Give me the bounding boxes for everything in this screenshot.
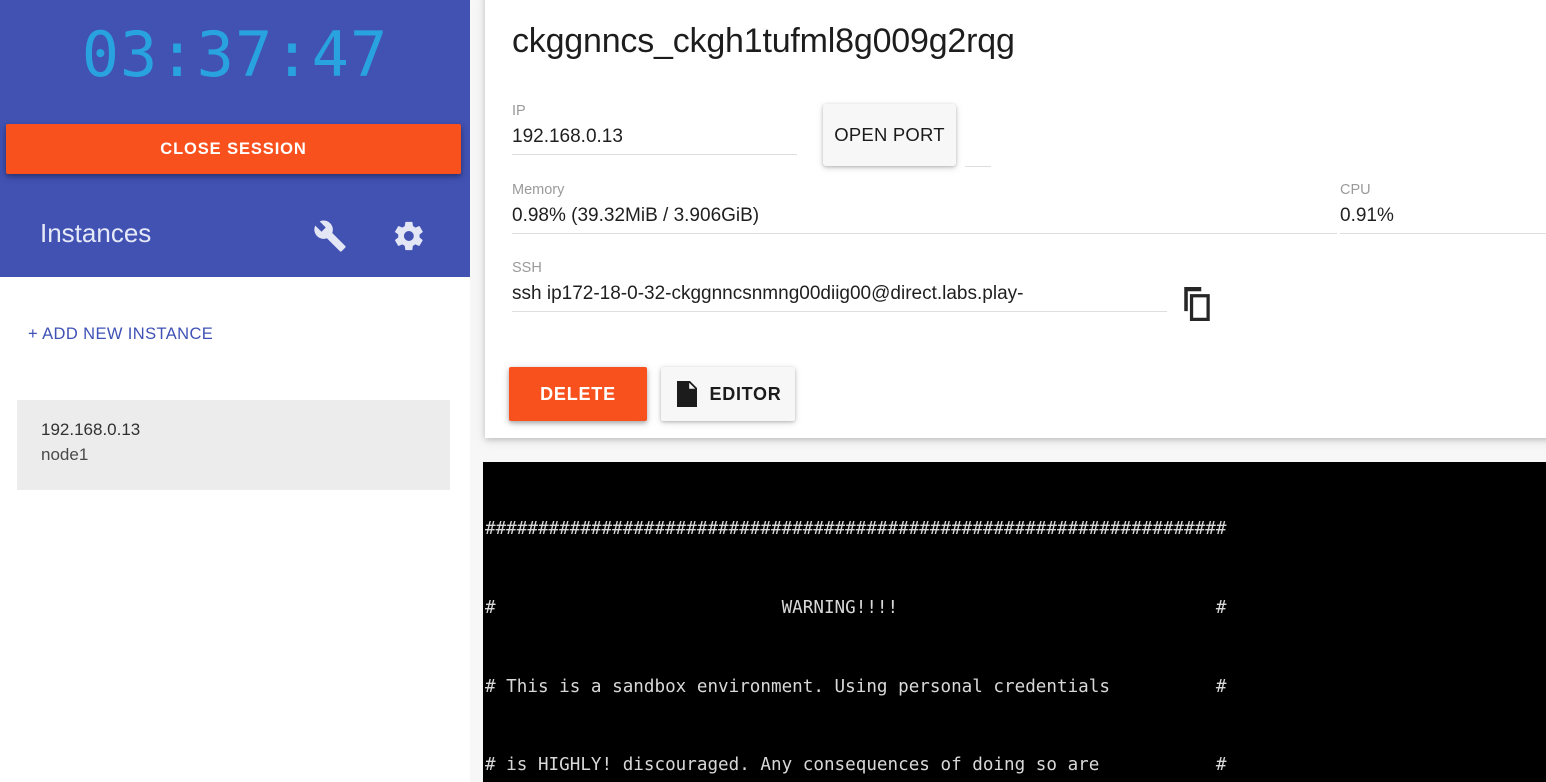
memory-underline [512,233,1337,234]
session-timer: 03:37:47 [81,18,389,91]
memory-field: Memory 0.98% (39.32MiB / 3.906GiB) [512,181,1337,234]
ssh-underline [512,311,1167,312]
wrench-icon[interactable] [313,219,347,253]
ssh-value: ssh ip172-18-0-32-ckggnncsnmng00diig00@d… [512,283,1024,304]
cpu-underline [1340,233,1546,234]
instance-name: node1 [41,445,89,464]
open-port-button[interactable]: OPEN PORT [823,104,956,166]
terminal[interactable]: ########################################… [483,462,1546,782]
instances-header-row: Instances [0,205,470,265]
pwd-app: 03:37:47 CLOSE SESSION Instances + ADD N… [0,0,1546,782]
ssh-label: SSH [512,260,542,276]
instance-ip: 192.168.0.13 [41,420,141,439]
terminal-line: ########################################… [485,519,1227,540]
editor-button[interactable]: EDITOR [661,367,795,421]
sidebar-header: 03:37:47 CLOSE SESSION Instances [0,0,470,277]
terminal-line: # This is a sandbox environment. Using p… [485,676,1227,697]
terminal-line: # is HIGHLY! discouraged. Any consequenc… [485,755,1227,776]
cpu-label: CPU [1340,182,1371,198]
delete-button[interactable]: DELETE [509,367,647,421]
list-item[interactable]: 192.168.0.13 node1 [17,400,450,490]
copy-icon[interactable] [1180,285,1214,323]
memory-label: Memory [512,182,565,198]
gear-icon[interactable] [392,219,426,253]
main-panel: ckggnncs_ckgh1tufml8g009g2rqg IP 192.168… [470,0,1546,782]
document-icon [675,380,699,408]
ip-value: 192.168.0.13 [512,126,623,147]
close-session-button[interactable]: CLOSE SESSION [6,124,461,174]
instance-info-card: ckggnncs_ckgh1tufml8g009g2rqg IP 192.168… [485,0,1546,438]
page-title: ckggnncs_ckgh1tufml8g009g2rqg [512,22,1015,60]
ip-field[interactable]: IP 192.168.0.13 [512,102,797,155]
cpu-value: 0.91% [1340,205,1394,226]
instances-title: Instances [40,218,152,248]
instance-list: 192.168.0.13 node1 [17,400,450,490]
add-new-instance-button[interactable]: + ADD NEW INSTANCE [28,325,213,344]
terminal-line: # WARNING!!!! # [485,598,1227,619]
ssh-field[interactable]: SSH ssh ip172-18-0-32-ckggnncsnmng00diig… [512,259,1167,312]
ip-label: IP [512,103,526,119]
ip-underline [512,154,797,155]
terminal-output: ########################################… [485,464,1546,782]
editor-label: EDITOR [709,383,782,404]
cpu-field: CPU 0.91% [1340,181,1546,234]
port-field-underline [965,166,991,167]
sidebar: 03:37:47 CLOSE SESSION Instances + ADD N… [0,0,470,782]
memory-value: 0.98% (39.32MiB / 3.906GiB) [512,205,760,226]
